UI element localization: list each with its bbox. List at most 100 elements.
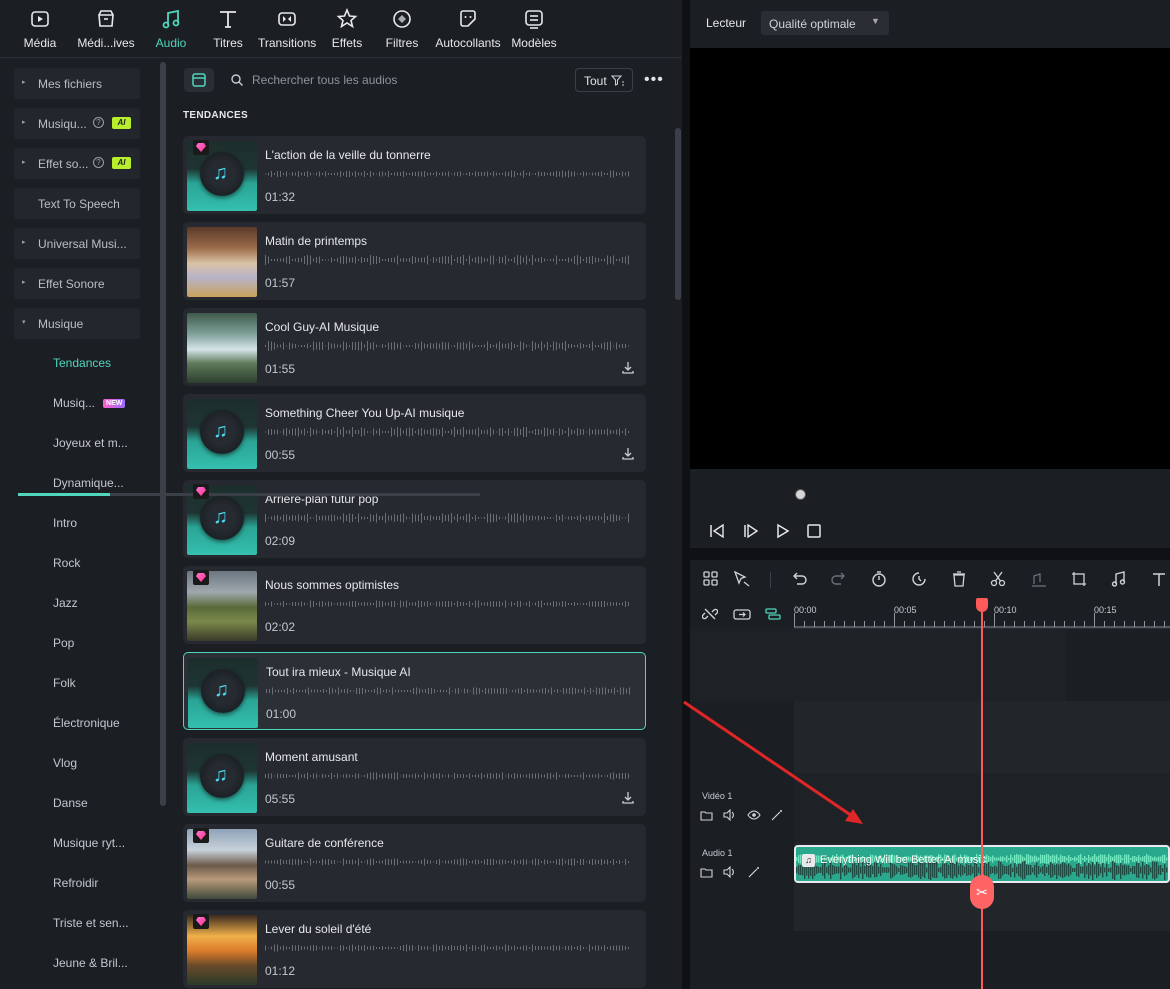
volume-icon[interactable] — [723, 865, 737, 879]
more-options-button[interactable]: ••• — [644, 71, 664, 89]
tab-text-t[interactable]: Titres — [210, 8, 246, 54]
track-duration: 02:09 — [265, 534, 296, 548]
tab-media[interactable]: Média — [22, 8, 58, 54]
audio-track-card[interactable]: ♫ Moment amusant 05:55 — [183, 738, 646, 816]
ai-badge: AI — [112, 117, 131, 129]
sidebar-subitem-label: Refroidir — [53, 876, 99, 890]
track-duration: 00:55 — [265, 878, 296, 892]
text-icon[interactable] — [1150, 570, 1168, 588]
sidebar-group-item[interactable]: ▸ Universal Musi... — [14, 228, 140, 259]
playhead-handle[interactable] — [976, 598, 988, 612]
audio-track-card[interactable]: Nous sommes optimistes 02:02 — [183, 566, 646, 644]
preview-screen[interactable] — [690, 48, 1170, 469]
audio-track-card[interactable]: ♫ Arrière-plan futur pop 02:09 — [183, 480, 646, 558]
sidebar-subitem[interactable]: Danse — [53, 796, 88, 810]
download-icon[interactable] — [621, 791, 635, 805]
audio-stretch-icon[interactable] — [1030, 570, 1048, 588]
quality-dropdown[interactable]: Qualité optimale ▼ — [761, 11, 889, 35]
tab-template[interactable]: Modèles — [510, 8, 558, 54]
sidebar-subitem[interactable]: Intro — [53, 516, 77, 530]
speed-timer-icon[interactable] — [870, 570, 888, 588]
track-title: L'action de la veille du tonnerre — [265, 148, 431, 162]
stop-icon[interactable] — [806, 523, 822, 539]
sidebar-subitem[interactable]: Rock — [53, 556, 80, 570]
sidebar-subitem[interactable]: Joyeux et m... — [53, 436, 128, 450]
sidebar-subitem[interactable]: Triste et sen... — [53, 916, 129, 930]
sidebar-subitem-label: Danse — [53, 796, 88, 810]
audio-list-panel: Rechercher tous les audios Tout ••• TEND… — [170, 58, 682, 989]
sidebar-subitem-label: Tendances — [53, 356, 112, 370]
tab-effects-star[interactable]: Effets — [330, 8, 364, 54]
audio-edit-icon[interactable] — [1110, 570, 1128, 588]
chevron-right-icon: ▸ — [22, 119, 26, 126]
next-frame-icon[interactable] — [742, 523, 760, 539]
download-icon[interactable] — [621, 361, 635, 375]
store-button[interactable] — [184, 68, 214, 92]
tab-music-note[interactable]: Audio — [152, 8, 190, 54]
sidebar-subitem[interactable]: Musiq... NEW — [53, 396, 126, 410]
list-scrollbar[interactable] — [675, 128, 681, 300]
tab-transition[interactable]: Transitions — [258, 8, 316, 54]
playhead-line[interactable] — [981, 604, 983, 989]
sidebar-subitem-label: Triste et sen... — [53, 916, 129, 930]
download-icon[interactable] — [621, 447, 635, 461]
track-thumbnail: ♫ — [187, 399, 257, 469]
tab-sticker[interactable]: Autocollants — [434, 8, 502, 54]
sidebar-group-item[interactable]: ▸ Effet Sonore — [14, 268, 140, 299]
audio-track-card[interactable]: Lever du soleil d'été 01:12 — [183, 910, 646, 988]
track-manager-icon[interactable] — [764, 606, 782, 622]
split-scissors-button[interactable]: ✂ — [970, 875, 994, 909]
sidebar-group-item[interactable]: ▸ Musiqu...? AI — [14, 108, 140, 139]
undo-icon[interactable] — [790, 570, 808, 588]
unlink-icon[interactable] — [702, 606, 718, 622]
track-waveform — [265, 170, 629, 178]
sidebar-group-item[interactable]: ▸ Mes fichiers — [14, 68, 140, 99]
audio-track-card[interactable]: ♫ L'action de la veille du tonnerre 01:32 — [183, 136, 646, 214]
sidebar-group-item[interactable]: ▸ Effet so...? AI — [14, 148, 140, 179]
sidebar-subitem[interactable]: Vlog — [53, 756, 77, 770]
new-badge: NEW — [103, 399, 126, 408]
sidebar-subitem[interactable]: Musique ryt... — [53, 836, 125, 850]
sidebar-group-label: Effet so... — [38, 157, 89, 171]
crop-icon[interactable] — [1070, 570, 1088, 588]
previous-frame-icon[interactable] — [708, 523, 726, 539]
progress-knob[interactable] — [795, 489, 806, 500]
help-icon[interactable]: ? — [93, 157, 104, 168]
sidebar-subitem[interactable]: Tendances — [53, 356, 111, 370]
sidebar-subitem[interactable]: Dynamique... — [53, 476, 124, 490]
music-note-icon: ♫ — [802, 854, 815, 867]
tab-filter[interactable]: Filtres — [384, 8, 420, 54]
sidebar-scrollbar[interactable] — [160, 62, 166, 806]
audio-track-card[interactable]: Guitare de conférence 00:55 — [183, 824, 646, 902]
duration-icon[interactable] — [910, 570, 928, 588]
folder-lock-icon[interactable] — [700, 866, 714, 878]
filter-dropdown[interactable]: Tout — [575, 68, 633, 92]
sidebar-subitem[interactable]: Folk — [53, 676, 76, 690]
tab-stock-media[interactable]: Médi...ives — [77, 8, 135, 54]
link-icon[interactable] — [732, 606, 752, 622]
redo-icon[interactable] — [830, 570, 848, 588]
audio-track-card[interactable]: Matin de printemps 01:57 — [183, 222, 646, 300]
sidebar-subitem[interactable]: Jazz — [53, 596, 78, 610]
search-input[interactable]: Rechercher tous les audios — [252, 73, 397, 87]
help-icon[interactable]: ? — [93, 117, 104, 128]
sidebar-group-item[interactable]: Text To Speech — [14, 188, 140, 219]
scissors-icon[interactable] — [989, 570, 1007, 588]
section-title: TENDANCES — [183, 110, 248, 121]
layout-grid-icon[interactable] — [702, 570, 720, 588]
sidebar-subitem[interactable]: Pop — [53, 636, 74, 650]
search-icon[interactable] — [230, 73, 244, 87]
sidebar-subitem[interactable]: Jeune & Bril... — [53, 956, 128, 970]
sidebar-subitem[interactable]: Refroidir — [53, 876, 98, 890]
select-cursor-icon[interactable] — [732, 570, 752, 588]
audio-track-card[interactable]: ♫ Something Cheer You Up-AI musique 00:55 — [183, 394, 646, 472]
audio-track-card[interactable]: ♫ Tout ira mieux - Musique AI 01:00 — [183, 652, 646, 730]
audio-track-card[interactable]: Cool Guy-AI Musique 01:55 — [183, 308, 646, 386]
sidebar-group-item[interactable]: ▾ Musique — [14, 308, 140, 339]
magic-wand-icon[interactable] — [747, 866, 761, 878]
transition-icon — [278, 12, 296, 26]
sidebar-subitem[interactable]: Électronique — [53, 716, 120, 730]
play-icon[interactable] — [775, 523, 791, 539]
delete-icon[interactable] — [950, 570, 968, 588]
sidebar-subitem-label: Intro — [53, 516, 78, 530]
